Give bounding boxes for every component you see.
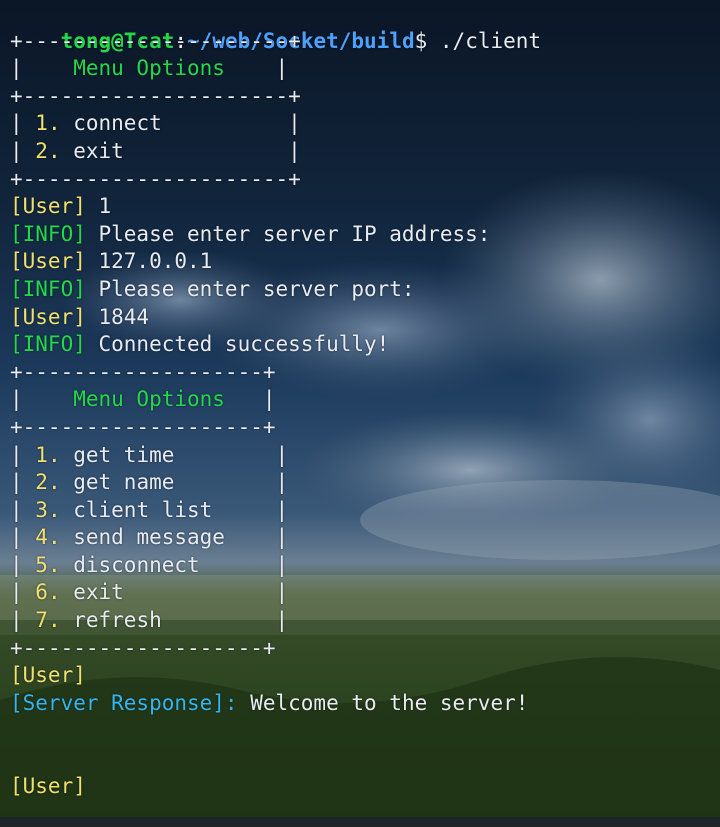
menu-item-label: disconnect [60,552,200,577]
menu2-item-send-message: | 4. send message | [10,525,289,550]
menu2-item-get-time: | 1. get time | [10,442,289,467]
menu-item-label: refresh [60,608,162,633]
menu2-title-row: | Menu Options | [10,386,720,414]
menu2-top-border: +-------------------+ [10,359,276,384]
info-tag: [INFO] [10,276,86,301]
info-tag: [INFO] [10,221,86,246]
menu-item-number: 1. [22,111,61,136]
menu-item-border: | [123,580,289,605]
log-text: 1 [85,194,112,219]
menu1-title-left: | [10,56,74,81]
menu-item-number: 2. [22,138,61,163]
menu-item-border: | [212,497,289,522]
server-response-text: Welcome to the server! [237,690,529,715]
log-line-user-choice: [User] 1 [10,193,720,221]
log-text: 127.0.0.1 [85,249,213,274]
menu2-bottom-border: +-------------------+ [10,635,276,660]
shell-prompt-line: tong@Tcat:~/web/Socket/build$ ./client [10,0,720,53]
info-tag: [INFO] [10,332,86,357]
menu2-item-client-list: | 3. client list | [10,497,289,522]
prompt-symbol: $ [414,28,428,53]
prompt-command: ./client [427,28,542,53]
menu1-title: Menu Options [73,56,225,81]
menu2-item-refresh: | 7. refresh | [10,608,289,633]
terminal-bottom-bar [0,817,720,827]
menu1-title-right: | [224,56,289,81]
log-line-user-port: [User] 1844 [10,304,720,332]
menu1-item-exit: | 2. exit | [10,138,301,163]
menu-item-border: | [174,470,289,495]
menu-item-number: 6. [22,580,61,605]
menu2-item-get-name: | 2. get name | [10,470,289,495]
menu-item-number: 1. [22,442,61,467]
menu-item-label: get name [60,470,175,495]
menu2-title: Menu Options [73,387,225,412]
user-tag: [User] [10,663,86,688]
log-line-info-port-prompt: [INFO] Please enter server port: [10,276,720,304]
log-line-user-empty: [User] [10,662,720,690]
user-tag: [User] [10,304,86,329]
menu-item-label: exit [60,580,124,605]
menu-item-label: exit [60,138,124,163]
menu-item-label: connect [60,111,162,136]
user-tag: [User] [10,194,86,219]
log-line-user-ip: [User] 127.0.0.1 [10,248,720,276]
menu-item-border: | [123,138,301,163]
log-text: Please enter server port: [85,276,415,301]
menu-item-border: | [161,111,301,136]
menu-item-number: 4. [22,525,61,550]
input-prompt-line[interactable]: [User] [10,773,720,801]
menu2-item-exit: | 6. exit | [10,580,289,605]
menu1-bottom-border: +---------------------+ [10,166,301,191]
menu1-title-row: | Menu Options | [10,55,720,83]
log-text: Please enter server IP address: [85,221,491,246]
menu-item-border: | [199,552,289,577]
log-line-info-ip-prompt: [INFO] Please enter server IP address: [10,221,720,249]
menu1-item-connect: | 1. connect | [10,111,301,136]
menu-item-number: 5. [22,552,61,577]
server-response-tag: [Server Response]: [10,690,238,715]
log-line-info-connected: [INFO] Connected successfully! [10,331,720,359]
menu-item-border: | [161,608,289,633]
menu2-title-right: | [224,387,276,412]
menu-item-border: | [174,442,289,467]
menu-item-number: 7. [22,608,61,633]
menu-item-label: send message [60,525,225,550]
menu-item-label: get time [60,442,175,467]
menu2-item-disconnect: | 5. disconnect | [10,552,289,577]
user-tag: [User] [10,249,86,274]
menu2-mid-border: +-------------------+ [10,414,276,439]
menu2-title-left: | [10,387,74,412]
log-text: Connected successfully! [85,332,390,357]
menu-item-number: 3. [22,497,61,522]
menu1-mid-border: +---------------------+ [10,83,301,108]
menu-item-border: | [224,525,289,550]
user-tag: [User] [10,773,86,798]
menu-item-label: client list [60,497,213,522]
terminal-window[interactable]: tong@Tcat:~/web/Socket/build$ ./client +… [0,0,720,817]
log-text: 1844 [85,304,150,329]
log-line-server-response: [Server Response]: Welcome to the server… [10,690,720,718]
menu-item-number: 2. [22,470,61,495]
